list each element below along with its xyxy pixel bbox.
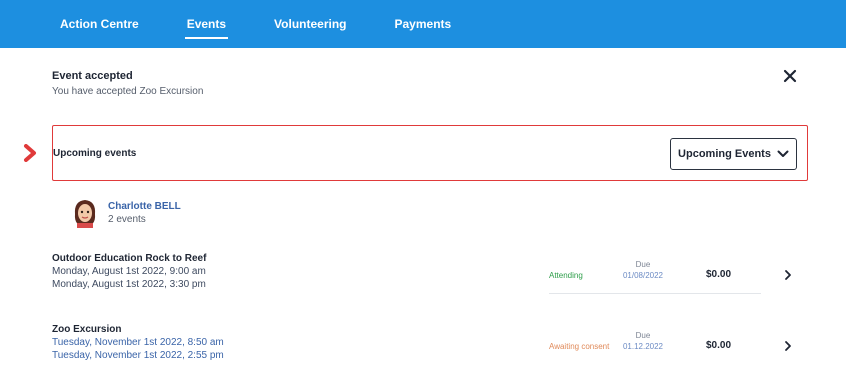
avatar xyxy=(74,200,96,228)
event-accepted-notice: Event accepted You have accepted Zoo Exc… xyxy=(52,60,808,114)
main-nav: Action Centre Events Volunteering Paymen… xyxy=(60,0,499,48)
notice-title: Event accepted xyxy=(52,70,133,82)
events-filter-dropdown[interactable]: Upcoming Events xyxy=(670,138,797,170)
event-amount: $0.00 xyxy=(706,269,732,280)
event-end: Tuesday, November 1st 2022, 2:55 pm xyxy=(52,350,224,361)
nav-tab-volunteering[interactable]: Volunteering xyxy=(274,17,346,31)
due-date: 01/08/2022 xyxy=(622,271,664,280)
due-label: Due xyxy=(635,260,651,269)
event-status: Attending xyxy=(549,271,583,280)
event-end: Monday, August 1st 2022, 3:30 pm xyxy=(52,279,206,290)
event-row[interactable]: Zoo Excursion Tuesday, November 1st 2022… xyxy=(52,324,808,374)
event-count: 2 events xyxy=(108,214,146,225)
event-title: Outdoor Education Rock to Reef xyxy=(52,253,207,264)
event-start: Tuesday, November 1st 2022, 8:50 am xyxy=(52,337,224,348)
due-date: 01.12.2022 xyxy=(622,342,664,351)
top-nav-bar: Action Centre Events Volunteering Paymen… xyxy=(0,0,846,48)
event-due: Due 01.12.2022 xyxy=(619,330,667,352)
upcoming-events-panel: Upcoming events Upcoming Events xyxy=(24,125,808,181)
upcoming-events-label: Upcoming events xyxy=(53,148,137,159)
row-divider xyxy=(549,293,761,294)
event-status: Awaiting consent xyxy=(549,342,610,351)
student-name[interactable]: Charlotte BELL xyxy=(108,201,181,212)
student-header: Charlotte BELL 2 events xyxy=(72,198,181,228)
chevron-right-icon[interactable] xyxy=(783,269,793,281)
notice-body: You have accepted Zoo Excursion xyxy=(52,86,204,97)
dropdown-value: Upcoming Events xyxy=(678,148,771,160)
nav-tab-payments[interactable]: Payments xyxy=(395,17,452,31)
event-row[interactable]: Outdoor Education Rock to Reef Monday, A… xyxy=(52,253,808,303)
chevron-right-icon[interactable] xyxy=(783,340,793,352)
event-amount: $0.00 xyxy=(706,340,732,351)
chevron-right-icon xyxy=(24,144,36,162)
event-title: Zoo Excursion xyxy=(52,324,122,335)
nav-tab-action-centre[interactable]: Action Centre xyxy=(60,17,139,31)
nav-tab-events[interactable]: Events xyxy=(184,17,229,39)
chevron-down-icon xyxy=(777,150,789,157)
event-due: Due 01/08/2022 xyxy=(619,259,667,281)
due-label: Due xyxy=(635,331,651,340)
close-icon[interactable] xyxy=(782,68,798,84)
event-start: Monday, August 1st 2022, 9:00 am xyxy=(52,266,206,277)
